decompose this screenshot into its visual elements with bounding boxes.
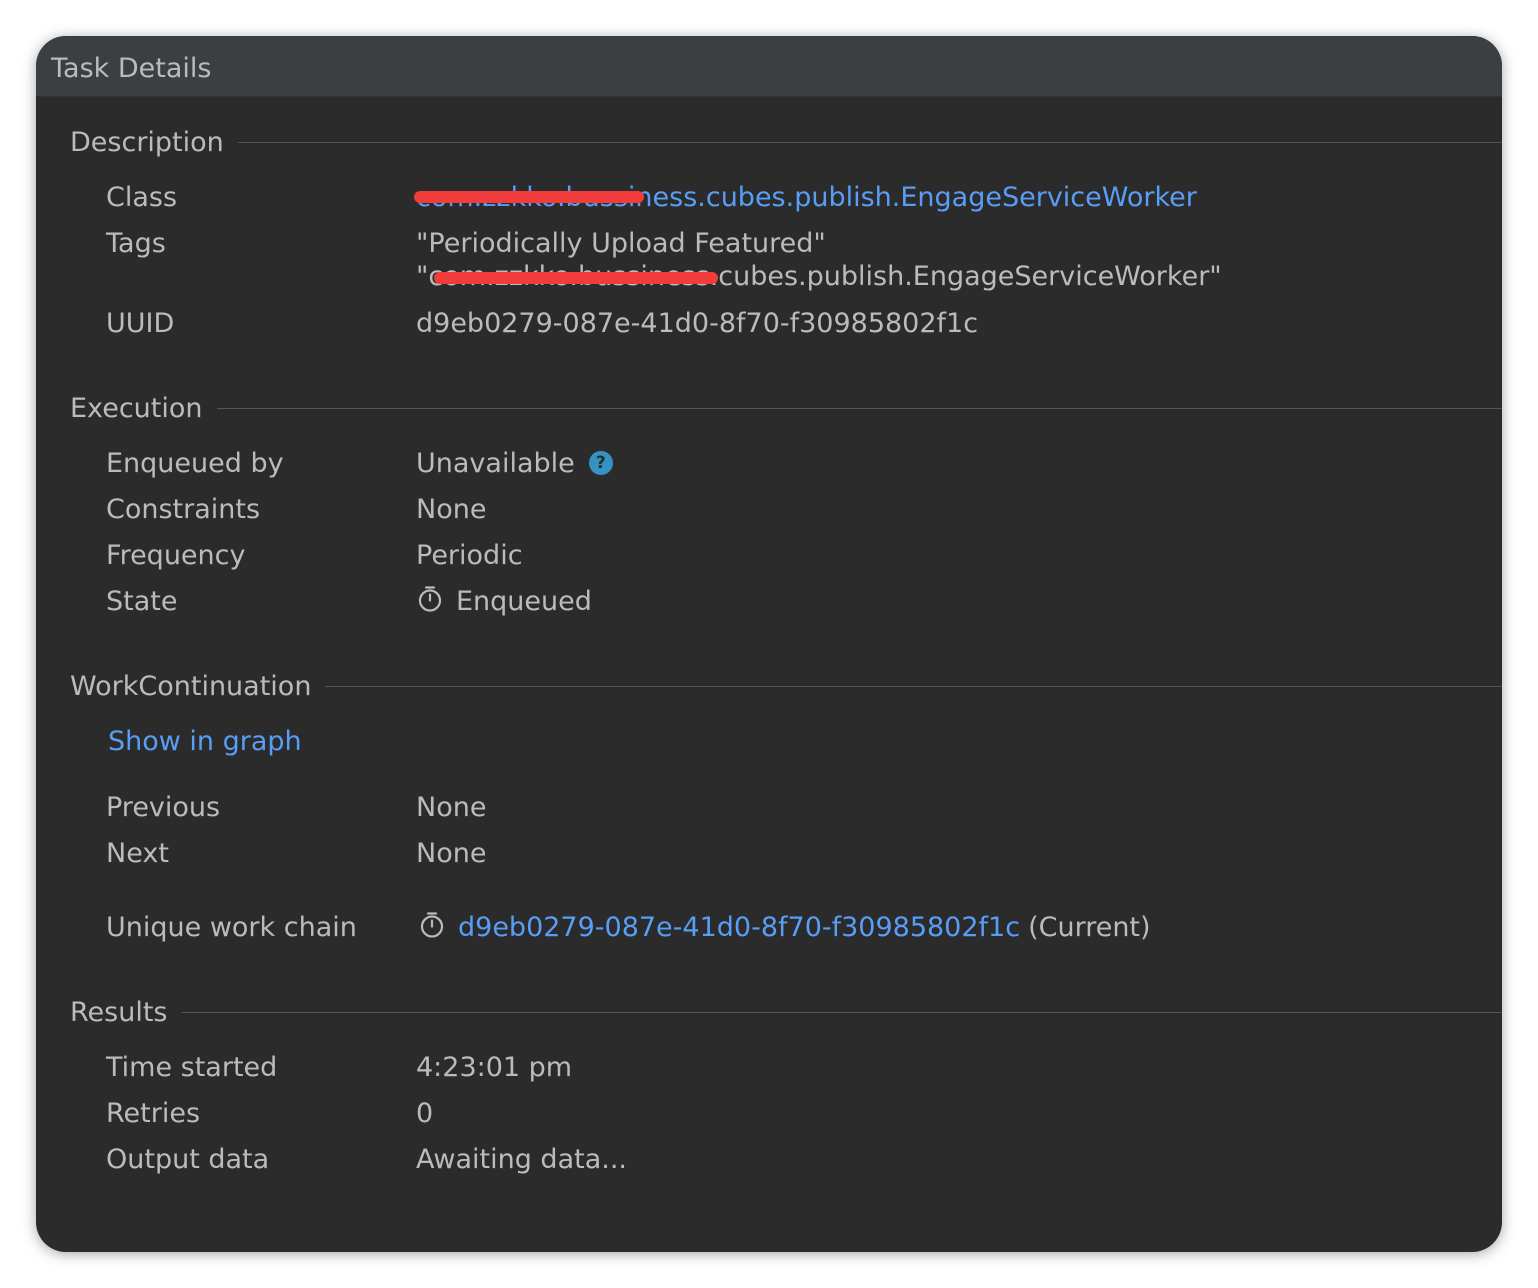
tags-label: Tags — [106, 228, 166, 259]
previous-label: Previous — [106, 792, 221, 823]
workcontinuation-section-header: WorkContinuation — [70, 666, 1502, 706]
work-chain-link[interactable]: d9eb0279-087e-41d0-8f70-f30985802f1c — [458, 912, 1020, 943]
enqueued-by-label: Enqueued by — [106, 448, 284, 479]
uuid-label: UUID — [106, 308, 175, 339]
results-header-label: Results — [70, 996, 168, 1028]
unique-work-chain-row: d9eb0279-087e-41d0-8f70-f30985802f1c (Cur… — [418, 911, 1151, 945]
enqueued-by-value-row: Unavailable? — [416, 447, 613, 481]
section-divider — [237, 141, 1502, 143]
retries-value: 0 — [416, 1098, 434, 1129]
next-label: Next — [106, 838, 169, 869]
uuid-value: d9eb0279-087e-41d0-8f70-f30985802f1c — [416, 308, 979, 339]
stopwatch-icon — [420, 912, 444, 938]
time-started-label: Time started — [106, 1052, 278, 1083]
constraints-value: None — [416, 494, 487, 525]
task-details-panel: Task Details Description Class com.zzkko… — [36, 36, 1502, 1252]
titlebar: Task Details — [36, 36, 1502, 97]
time-started-value: 4:23:01 pm — [416, 1052, 573, 1083]
panel-title: Task Details — [51, 53, 212, 84]
description-header-label: Description — [70, 126, 224, 158]
execution-section-header: Execution — [70, 388, 1502, 428]
show-in-graph-link[interactable]: Show in graph — [108, 725, 302, 759]
constraints-label: Constraints — [106, 494, 261, 525]
question-circle-icon[interactable]: ? — [588, 451, 613, 475]
description-section-header: Description — [70, 122, 1502, 162]
output-data-label: Output data — [106, 1144, 270, 1175]
state-value-row: Enqueued — [416, 585, 592, 619]
next-value: None — [416, 838, 487, 869]
tag-value-1: "Periodically Upload Featured" — [416, 228, 826, 259]
unique-work-chain-label: Unique work chain — [106, 912, 357, 943]
redaction-mark — [434, 272, 718, 284]
output-data-value: Awaiting data... — [416, 1144, 627, 1175]
redaction-mark — [414, 191, 644, 203]
results-section-header: Results — [70, 992, 1502, 1032]
frequency-label: Frequency — [106, 540, 246, 571]
stopwatch-icon — [418, 586, 442, 612]
state-value: Enqueued — [456, 586, 592, 617]
enqueued-by-value: Unavailable — [416, 448, 575, 479]
class-label: Class — [106, 182, 178, 213]
state-label: State — [106, 586, 178, 617]
section-divider — [325, 685, 1502, 687]
execution-header-label: Execution — [70, 392, 203, 424]
section-divider — [216, 407, 1502, 409]
current-suffix: (Current) — [1028, 912, 1151, 943]
frequency-value: Periodic — [416, 540, 523, 571]
retries-label: Retries — [106, 1098, 201, 1129]
workcontinuation-header-label: WorkContinuation — [70, 670, 312, 702]
section-divider — [181, 1011, 1502, 1013]
previous-value: None — [416, 792, 487, 823]
